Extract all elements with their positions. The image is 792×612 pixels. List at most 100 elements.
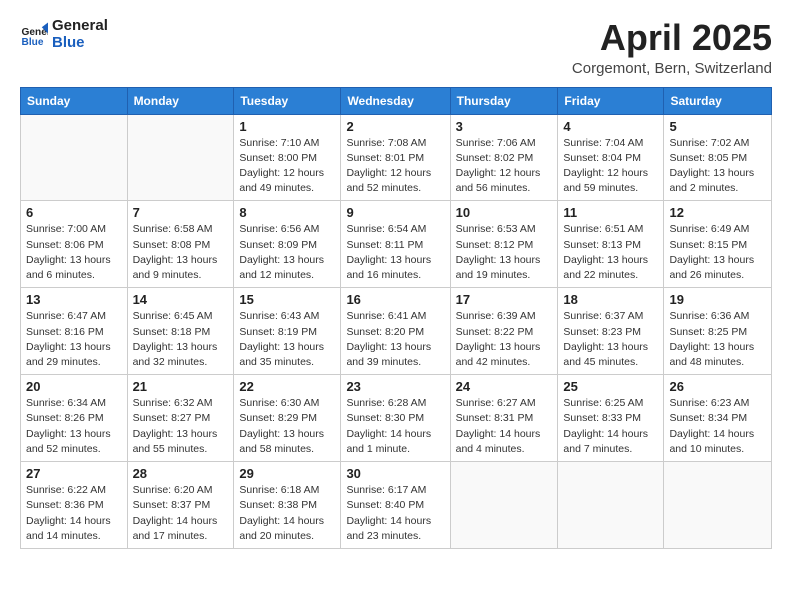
- day-number: 26: [669, 379, 766, 394]
- calendar-cell: [21, 114, 128, 201]
- day-number: 28: [133, 466, 229, 481]
- day-info: Sunrise: 6:34 AM Sunset: 8:26 PM Dayligh…: [26, 396, 122, 457]
- calendar-cell: 17Sunrise: 6:39 AM Sunset: 8:22 PM Dayli…: [450, 288, 558, 375]
- calendar-cell: 22 Sunrise: 6:30 AM Sunset: 8:29 PM Dayli…: [234, 375, 341, 462]
- weekday-friday: Friday: [558, 87, 664, 114]
- title-block: April 2025 Corgemont, Bern, Switzerland: [572, 18, 772, 77]
- calendar-cell: 26 Sunrise: 6:23 AM Sunset: 8:34 PM Dayli…: [664, 375, 772, 462]
- day-number: 20: [26, 379, 122, 394]
- day-info: Sunrise: 6:25 AM Sunset: 8:33 PM Dayligh…: [563, 396, 658, 457]
- day-number: 9: [346, 205, 444, 220]
- weekday-header-row: SundayMondayTuesdayWednesdayThursdayFrid…: [21, 87, 772, 114]
- calendar-cell: [450, 462, 558, 549]
- calendar-cell: [127, 114, 234, 201]
- day-number: 30: [346, 466, 444, 481]
- calendar-cell: 21 Sunrise: 6:32 AM Sunset: 8:27 PM Dayli…: [127, 375, 234, 462]
- calendar-cell: 27 Sunrise: 6:22 AM Sunset: 8:36 PM Dayli…: [21, 462, 128, 549]
- day-info: Sunrise: 6:32 AM Sunset: 8:27 PM Dayligh…: [133, 396, 229, 457]
- calendar-cell: 13 Sunrise: 6:47 AM Sunset: 8:16 PM Dayli…: [21, 288, 128, 375]
- day-number: 14: [133, 292, 229, 307]
- day-number: 21: [133, 379, 229, 394]
- calendar-week-1: 1 Sunrise: 7:10 AM Sunset: 8:00 PM Daylig…: [21, 114, 772, 201]
- day-info: Sunrise: 6:30 AM Sunset: 8:29 PM Dayligh…: [239, 396, 335, 457]
- day-info: Sunrise: 6:23 AM Sunset: 8:34 PM Dayligh…: [669, 396, 766, 457]
- day-info: Sunrise: 7:08 AM Sunset: 8:01 PM Dayligh…: [346, 136, 444, 197]
- day-number: 13: [26, 292, 122, 307]
- day-number: 16: [346, 292, 444, 307]
- subtitle: Corgemont, Bern, Switzerland: [572, 60, 772, 77]
- day-info: Sunrise: 6:36 AM Sunset: 8:25 PM Dayligh…: [669, 309, 766, 370]
- day-info: Sunrise: 6:47 AM Sunset: 8:16 PM Dayligh…: [26, 309, 122, 370]
- day-info: Sunrise: 6:49 AM Sunset: 8:15 PM Dayligh…: [669, 222, 766, 283]
- main-title: April 2025: [572, 18, 772, 58]
- day-info: Sunrise: 6:56 AM Sunset: 8:09 PM Dayligh…: [239, 222, 335, 283]
- day-number: 27: [26, 466, 122, 481]
- weekday-wednesday: Wednesday: [341, 87, 450, 114]
- calendar-cell: 7Sunrise: 6:58 AM Sunset: 8:08 PM Daylig…: [127, 201, 234, 288]
- logo-blue: Blue: [52, 35, 108, 52]
- calendar-cell: 30 Sunrise: 6:17 AM Sunset: 8:40 PM Dayli…: [341, 462, 450, 549]
- calendar-cell: [664, 462, 772, 549]
- calendar-cell: 19Sunrise: 6:36 AM Sunset: 8:25 PM Dayli…: [664, 288, 772, 375]
- logo: General Blue General Blue: [20, 18, 108, 51]
- day-number: 24: [456, 379, 553, 394]
- day-info: Sunrise: 6:20 AM Sunset: 8:37 PM Dayligh…: [133, 483, 229, 544]
- day-number: 15: [239, 292, 335, 307]
- day-number: 23: [346, 379, 444, 394]
- day-info: Sunrise: 6:54 AM Sunset: 8:11 PM Dayligh…: [346, 222, 444, 283]
- day-info: Sunrise: 6:43 AM Sunset: 8:19 PM Dayligh…: [239, 309, 335, 370]
- calendar-cell: [558, 462, 664, 549]
- calendar-body: 1 Sunrise: 7:10 AM Sunset: 8:00 PM Daylig…: [21, 114, 772, 548]
- calendar-cell: 28 Sunrise: 6:20 AM Sunset: 8:37 PM Dayli…: [127, 462, 234, 549]
- calendar-week-4: 20 Sunrise: 6:34 AM Sunset: 8:26 PM Dayli…: [21, 375, 772, 462]
- day-info: Sunrise: 6:58 AM Sunset: 8:08 PM Dayligh…: [133, 222, 229, 283]
- calendar-cell: 8Sunrise: 6:56 AM Sunset: 8:09 PM Daylig…: [234, 201, 341, 288]
- day-number: 29: [239, 466, 335, 481]
- calendar-cell: 6 Sunrise: 7:00 AM Sunset: 8:06 PM Daylig…: [21, 201, 128, 288]
- day-info: Sunrise: 6:45 AM Sunset: 8:18 PM Dayligh…: [133, 309, 229, 370]
- day-number: 5: [669, 119, 766, 134]
- day-number: 22: [239, 379, 335, 394]
- day-info: Sunrise: 6:41 AM Sunset: 8:20 PM Dayligh…: [346, 309, 444, 370]
- calendar-cell: 9 Sunrise: 6:54 AM Sunset: 8:11 PM Daylig…: [341, 201, 450, 288]
- calendar-cell: 15 Sunrise: 6:43 AM Sunset: 8:19 PM Dayli…: [234, 288, 341, 375]
- weekday-thursday: Thursday: [450, 87, 558, 114]
- calendar-cell: 18Sunrise: 6:37 AM Sunset: 8:23 PM Dayli…: [558, 288, 664, 375]
- day-number: 17: [456, 292, 553, 307]
- day-info: Sunrise: 7:10 AM Sunset: 8:00 PM Dayligh…: [239, 136, 335, 197]
- calendar-cell: 25 Sunrise: 6:25 AM Sunset: 8:33 PM Dayli…: [558, 375, 664, 462]
- day-info: Sunrise: 7:00 AM Sunset: 8:06 PM Dayligh…: [26, 222, 122, 283]
- calendar-cell: 12 Sunrise: 6:49 AM Sunset: 8:15 PM Dayli…: [664, 201, 772, 288]
- weekday-tuesday: Tuesday: [234, 87, 341, 114]
- calendar-cell: 2 Sunrise: 7:08 AM Sunset: 8:01 PM Daylig…: [341, 114, 450, 201]
- day-info: Sunrise: 7:04 AM Sunset: 8:04 PM Dayligh…: [563, 136, 658, 197]
- day-info: Sunrise: 6:22 AM Sunset: 8:36 PM Dayligh…: [26, 483, 122, 544]
- calendar-week-2: 6 Sunrise: 7:00 AM Sunset: 8:06 PM Daylig…: [21, 201, 772, 288]
- calendar-cell: 3Sunrise: 7:06 AM Sunset: 8:02 PM Daylig…: [450, 114, 558, 201]
- day-info: Sunrise: 6:18 AM Sunset: 8:38 PM Dayligh…: [239, 483, 335, 544]
- day-number: 2: [346, 119, 444, 134]
- svg-text:Blue: Blue: [22, 37, 44, 48]
- day-number: 6: [26, 205, 122, 220]
- calendar-cell: 4Sunrise: 7:04 AM Sunset: 8:04 PM Daylig…: [558, 114, 664, 201]
- day-info: Sunrise: 6:27 AM Sunset: 8:31 PM Dayligh…: [456, 396, 553, 457]
- day-number: 1: [239, 119, 335, 134]
- calendar-cell: 14 Sunrise: 6:45 AM Sunset: 8:18 PM Dayli…: [127, 288, 234, 375]
- day-info: Sunrise: 6:51 AM Sunset: 8:13 PM Dayligh…: [563, 222, 658, 283]
- calendar-cell: 1 Sunrise: 7:10 AM Sunset: 8:00 PM Daylig…: [234, 114, 341, 201]
- calendar-cell: 10Sunrise: 6:53 AM Sunset: 8:12 PM Dayli…: [450, 201, 558, 288]
- day-info: Sunrise: 6:53 AM Sunset: 8:12 PM Dayligh…: [456, 222, 553, 283]
- day-number: 25: [563, 379, 658, 394]
- calendar-cell: 16 Sunrise: 6:41 AM Sunset: 8:20 PM Dayli…: [341, 288, 450, 375]
- day-info: Sunrise: 6:28 AM Sunset: 8:30 PM Dayligh…: [346, 396, 444, 457]
- day-number: 12: [669, 205, 766, 220]
- weekday-monday: Monday: [127, 87, 234, 114]
- calendar-week-3: 13 Sunrise: 6:47 AM Sunset: 8:16 PM Dayli…: [21, 288, 772, 375]
- day-info: Sunrise: 7:06 AM Sunset: 8:02 PM Dayligh…: [456, 136, 553, 197]
- calendar-cell: 23 Sunrise: 6:28 AM Sunset: 8:30 PM Dayli…: [341, 375, 450, 462]
- day-number: 18: [563, 292, 658, 307]
- logo-general: General: [52, 18, 108, 35]
- calendar-cell: 24 Sunrise: 6:27 AM Sunset: 8:31 PM Dayli…: [450, 375, 558, 462]
- calendar-cell: 5Sunrise: 7:02 AM Sunset: 8:05 PM Daylig…: [664, 114, 772, 201]
- day-info: Sunrise: 6:17 AM Sunset: 8:40 PM Dayligh…: [346, 483, 444, 544]
